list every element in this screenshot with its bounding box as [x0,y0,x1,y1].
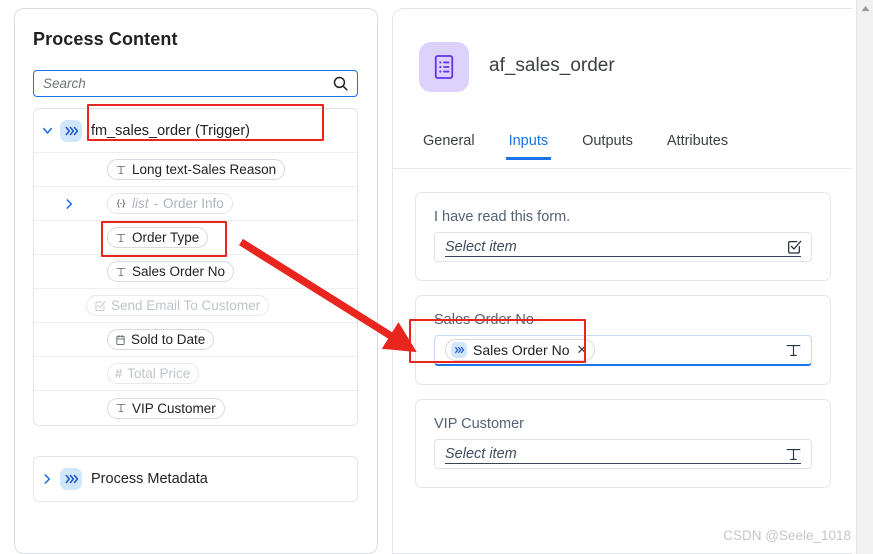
tree-row[interactable]: # Total Price [34,357,357,391]
text-type-icon[interactable] [785,446,802,463]
tree-row[interactable]: VIP Customer [34,391,357,425]
field-placeholder: Select item [445,446,517,462]
chip-label: Total Price [127,366,191,381]
tree-row[interactable]: list - Order Info [34,187,357,221]
tab-inputs[interactable]: Inputs [492,133,566,160]
chip-label: Order Type [132,230,200,245]
tree-row[interactable]: fm_sales_order (Trigger) [34,109,357,153]
value-token-sales-order-no[interactable]: Sales Order No ✕ [445,339,596,361]
field-chip-sales-order-no[interactable]: Sales Order No [107,261,235,282]
detail-panel-title: af_sales_order [489,55,615,76]
chevrons-right-icon [60,119,82,142]
chevrons-right-icon [60,468,82,490]
text-type-icon [115,266,127,278]
tab-attributes[interactable]: Attributes [650,133,745,160]
tree-node-label: fm_sales_order (Trigger) [91,122,251,139]
search-box[interactable] [33,70,358,97]
field-input-wrapper[interactable]: Select item [434,232,812,262]
field-chip-long-text-sales-reason[interactable]: Long text-Sales Reason [107,159,286,180]
object-braces-icon [115,198,127,209]
search-input[interactable] [34,76,328,91]
af-sales-order-detail-panel: af_sales_order ••• General Inputs Output… [392,8,852,554]
field-chip-total-price[interactable]: # Total Price [107,363,200,384]
field-underline [445,256,801,257]
field-label: I have read this form. [434,209,571,225]
chip-label: VIP Customer [132,400,216,416]
watermark: CSDN @Seele_1018 [723,528,851,543]
text-type-icon [115,232,127,244]
text-type-icon[interactable] [785,342,802,359]
detail-panel-header: af_sales_order ••• [393,9,852,121]
page-title: Process Content [33,29,178,49]
chevron-right-icon[interactable] [34,472,60,486]
chip-label: Sales Order No [132,264,226,279]
form-list-icon [419,42,469,92]
tree-row[interactable]: Long text-Sales Reason [34,153,357,187]
tree-row[interactable]: Sold to Date [34,323,357,357]
tab-outputs[interactable]: Outputs [565,133,650,160]
remove-token-icon[interactable]: ✕ [576,342,587,358]
detail-tabs: General Inputs Outputs Attributes [393,133,852,169]
field-label: VIP Customer [434,416,524,432]
chip-separator: - [153,196,159,211]
input-field-vip-customer: VIP Customer Select item [415,399,831,488]
tree-row[interactable]: Send Email To Customer [34,289,357,323]
tree-row[interactable]: Order Type [34,221,357,255]
chip-keyword: list [132,196,149,211]
chevron-right-icon[interactable] [56,197,82,211]
process-content-panel: Process Content Search fm_sales_order (T… [14,8,378,554]
field-placeholder: Select item [445,239,517,255]
field-input-wrapper[interactable]: Sales Order No ✕ [434,335,812,366]
field-chip-send-email-to-customer[interactable]: Send Email To Customer [86,295,270,316]
text-type-icon [115,402,127,414]
page-scrollbar[interactable] [856,0,873,554]
search-icon[interactable] [328,72,352,96]
field-chip-list-order-info[interactable]: list - Order Info [107,193,233,214]
process-metadata-card[interactable]: Process Metadata [33,456,358,502]
text-type-icon [115,164,127,176]
chip-label: Send Email To Customer [111,298,261,313]
chevrons-right-icon [451,342,467,358]
field-chip-sold-to-date[interactable]: Sold to Date [107,329,215,350]
input-field-i-have-read-this-form: I have read this form. Select item [415,192,831,281]
scroll-up-arrow-icon[interactable] [857,0,873,17]
field-chip-vip-customer[interactable]: VIP Customer [107,397,225,419]
tree-row[interactable]: Sales Order No [34,255,357,289]
tree-node-label: Process Metadata [91,471,208,487]
checkbox-checked-icon[interactable] [786,239,802,255]
tab-general[interactable]: General [406,133,492,160]
tree-row[interactable]: Process Metadata [34,457,357,501]
token-label: Sales Order No [473,342,570,358]
field-label: Sales Order No [434,312,534,328]
field-input-wrapper[interactable]: Select item [434,439,812,469]
chip-label: Order Info [163,196,224,211]
screenshot-root: Process Content Search fm_sales_order (T… [0,0,873,554]
chevron-down-icon[interactable] [34,123,60,138]
field-chip-order-type[interactable]: Order Type [107,227,209,248]
chip-label: Long text-Sales Reason [132,162,277,177]
input-field-sales-order-no: Sales Order No Sales Order No ✕ [415,295,831,385]
field-underline [445,463,801,464]
number-hash-icon: # [115,366,123,381]
checkbox-checked-icon [94,300,106,312]
calendar-icon [115,334,126,346]
inputs-form: I have read this form. Select item Sales… [393,170,852,553]
chip-label: Sold to Date [131,332,206,347]
process-content-tree: fm_sales_order (Trigger) Long text-Sales… [33,108,358,426]
